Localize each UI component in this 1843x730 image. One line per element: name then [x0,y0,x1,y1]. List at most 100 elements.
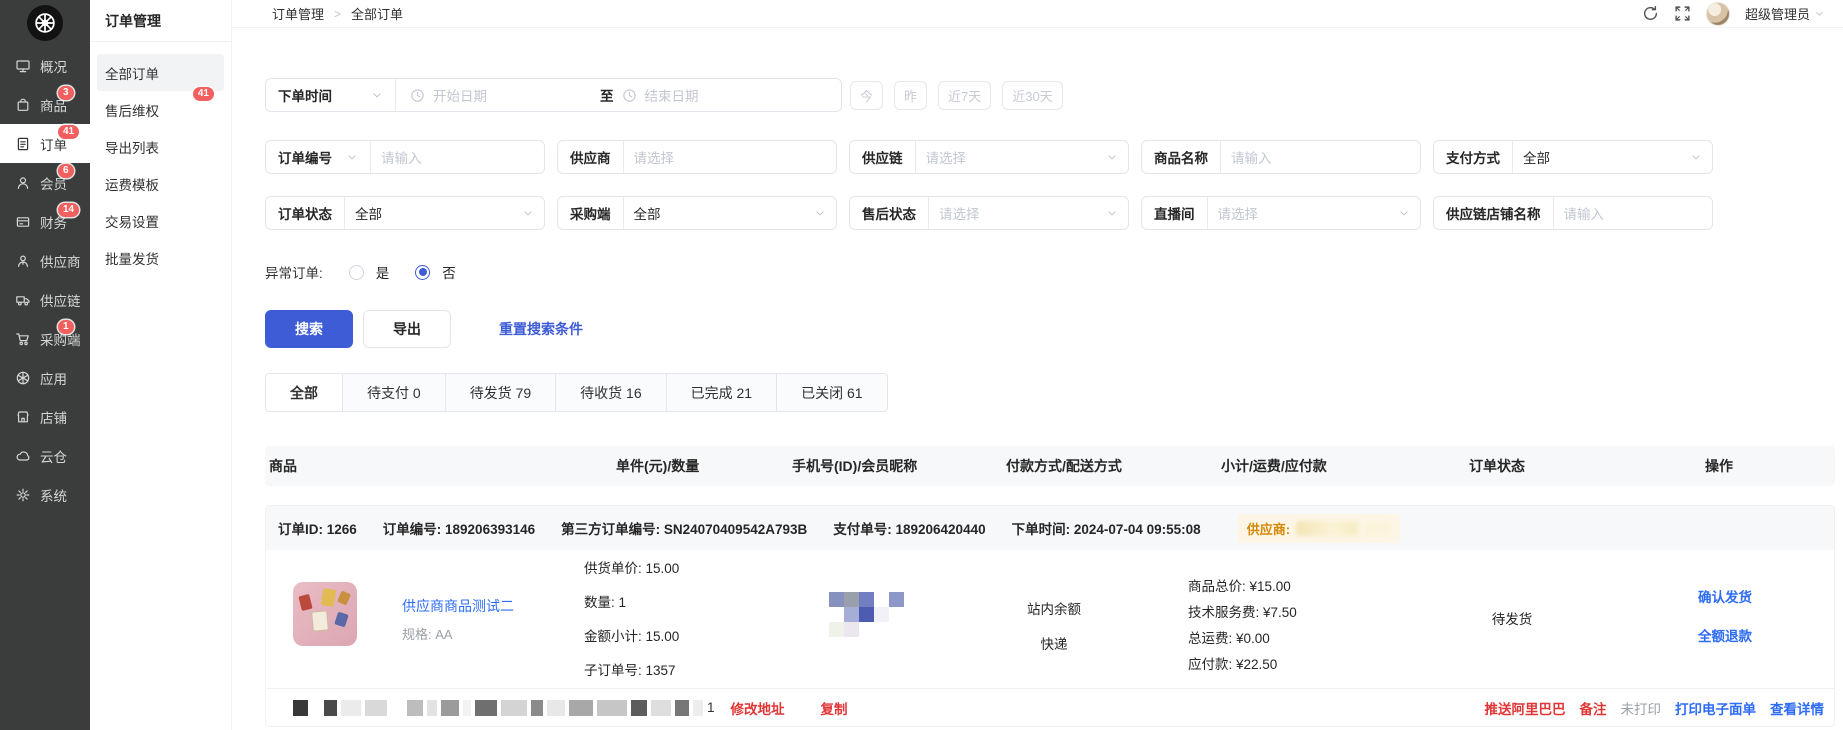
footer-right-link-0[interactable]: 推送阿里巴巴 [1485,698,1566,718]
radio-icon [415,265,430,280]
tab-1[interactable]: 待支付 0 [342,374,445,411]
quick-date-button-3[interactable]: 近30天 [1002,81,1062,110]
sidebar-item-members[interactable]: 会员6 [0,163,90,202]
filter-group-r3-1: 采购端全部 [557,196,837,230]
filter-label: 供应链 [850,141,915,173]
filter-input[interactable]: 请选择 [916,147,1107,167]
abnormal-radio-1[interactable]: 否 [415,262,456,282]
sidebar-item-goods[interactable]: 商品3 [0,85,90,124]
footer-right-link-3[interactable]: 打印电子面单 [1675,698,1756,718]
sidebar-item-label: 应用 [40,368,67,388]
time-field-select[interactable]: 下单时间 [266,79,395,111]
filter-input[interactable]: 请选择 [929,203,1106,223]
sidebar-item-orders[interactable]: 订单41 [0,124,90,163]
filter-input[interactable]: 请输入 [1221,147,1420,167]
tab-3[interactable]: 待收货 16 [555,374,665,411]
footer-right-link-4[interactable]: 查看详情 [1770,698,1824,718]
quick-date-button-2[interactable]: 近7天 [938,81,991,110]
secondary-sidebar: 订单管理 全部订单售后维权41导出列表运费模板交易设置批量发货 [90,0,232,730]
filter-row-2: 订单编号请输入供应商请选择供应链请选择商品名称请输入支付方式全部 [265,140,1835,174]
tab-2[interactable]: 待发货 79 [445,374,555,411]
mosaic-cell [829,592,844,607]
filter-input[interactable]: 请输入 [371,147,544,167]
tab-0[interactable]: 全部 [266,374,342,411]
abnormal-radio-0[interactable]: 是 [349,262,390,282]
sidebar-item-finance[interactable]: 财务14 [0,202,90,241]
order-action-link-0[interactable]: 确认发货 [1698,586,1752,606]
amount-line: 技术服务费: ¥7.50 [1188,602,1297,623]
sidebar-item-purchaser[interactable]: 采购端1 [0,319,90,358]
main-area: 订单管理 > 全部订单 超级管理员 [232,0,1843,730]
order-action-link-1[interactable]: 全额退款 [1698,625,1752,645]
mosaic-cell [631,700,647,716]
quick-date-button-1[interactable]: 昨 [894,81,927,110]
filter-row-3: 订单状态全部采购端全部售后状态请选择直播间请选择供应链店铺名称请输入 [265,196,1835,230]
product-spec: 规格: AA [402,624,514,643]
date-range-input[interactable]: 开始日期 至 结束日期 [396,85,841,105]
reset-filters-link[interactable]: 重置搜索条件 [499,319,583,339]
filter-selected-value[interactable]: 全部 [1513,147,1690,167]
submenu-item-label: 导出列表 [105,137,159,157]
filter-label: 采购端 [558,197,623,229]
breadcrumb-item[interactable]: 订单管理 [272,4,324,23]
sidebar-item-store[interactable]: 店铺 [0,397,90,436]
filter-input[interactable]: 请输入 [1554,203,1713,223]
payment-line: 站内余额 [1002,598,1106,618]
end-date-placeholder: 结束日期 [645,85,699,105]
redacted-supplier-name [1364,521,1390,536]
mosaic-cell [501,700,527,716]
sidebar-item-dashboard[interactable]: 概况 [0,46,90,85]
submenu-item-3[interactable]: 运费模板 [97,165,224,202]
fullscreen-icon[interactable] [1674,5,1691,22]
tab-5[interactable]: 已关闭 61 [776,374,886,411]
chevron-down-icon [1398,207,1420,219]
column-header: 单件(元)/数量 [616,456,792,476]
footer-left-link-0[interactable]: 修改地址 [731,698,785,718]
mosaic-cell [889,607,904,622]
tab-4[interactable]: 已完成 21 [666,374,776,411]
chevron-down-icon [346,151,358,163]
filter-input[interactable]: 请选择 [1208,203,1399,223]
sidebar-item-cloud-warehouse[interactable]: 云仓 [0,436,90,475]
sidebar-item-supply-chain[interactable]: 供应链 [0,280,90,319]
filter-label[interactable]: 订单编号 [266,141,370,173]
sidebar-item-apps[interactable]: 应用 [0,358,90,397]
order-status-tabs: 全部待支付 0待发货 79待收货 16已完成 21已关闭 61 [265,373,888,412]
abnormal-order-options: 是否 [323,262,456,282]
search-button[interactable]: 搜索 [265,310,353,348]
payment-line: 快递 [1002,633,1106,653]
notification-badge: 14 [58,203,79,217]
order-footer: 1 修改地址复制 推送阿里巴巴备注未打印打印电子面单查看详情 [266,688,1834,726]
export-button[interactable]: 导出 [363,310,451,348]
filter-input[interactable]: 请选择 [624,147,837,167]
submenu-item-5[interactable]: 批量发货 [97,239,224,276]
submenu-item-2[interactable]: 导出列表 [97,128,224,165]
filter-selected-value[interactable]: 全部 [624,203,815,223]
filter-selected-value[interactable]: 全部 [345,203,522,223]
start-date-input[interactable]: 开始日期 [410,85,592,105]
start-date-placeholder: 开始日期 [433,85,487,105]
filter-label: 商品名称 [1142,141,1220,173]
mosaic-cell [874,622,889,637]
user-menu[interactable]: 超级管理员 [1745,4,1825,23]
end-date-input[interactable]: 结束日期 [622,85,699,105]
refresh-icon[interactable] [1642,5,1659,22]
product-image[interactable] [293,582,357,646]
quick-date-button-0[interactable]: 今 [850,81,883,110]
sidebar-item-supplier[interactable]: 供应商 [0,241,90,280]
column-header: 付款方式/配送方式 [1006,456,1221,476]
finance-icon [15,214,31,230]
submenu-item-0[interactable]: 全部订单 [97,54,224,91]
sidebar-item-label: 供应商 [40,251,81,271]
sidebar-item-system[interactable]: 系统 [0,475,90,514]
order-meta-item: 订单ID: 1266 [278,518,357,538]
mosaic-cell [829,622,844,637]
submenu-item-4[interactable]: 交易设置 [97,202,224,239]
user-avatar[interactable] [1706,2,1730,26]
submenu-item-1[interactable]: 售后维权41 [97,91,224,128]
footer-right-link-1[interactable]: 备注 [1580,698,1607,718]
product-name-link[interactable]: 供应商商品测试二 [402,598,514,614]
store-icon [15,409,31,425]
app-logo[interactable] [0,0,90,46]
footer-left-link-1[interactable]: 复制 [821,698,848,718]
